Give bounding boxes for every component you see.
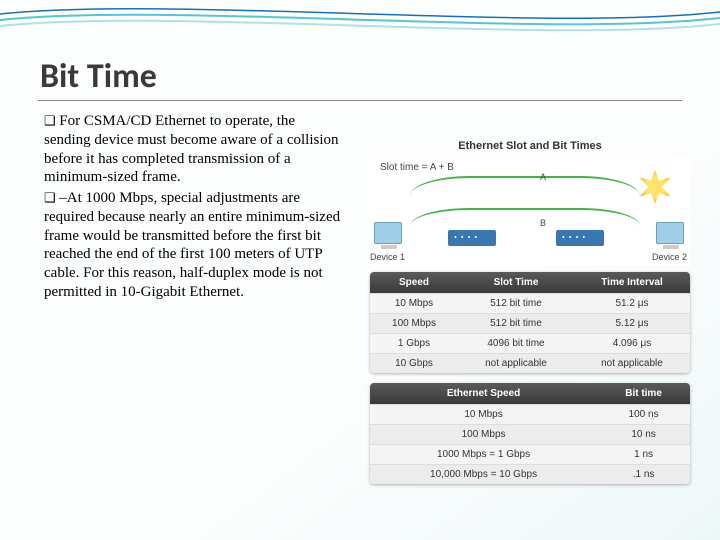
arc-b [410,208,640,244]
switch-1-icon: • • • • [448,230,496,246]
label-a: A [540,172,546,182]
device-1-icon [374,222,402,244]
label-b: B [540,218,546,228]
slot-time-table: Speed Slot Time Time Interval 10 Mbps512… [370,272,690,373]
table-row: 100 Mbps512 bit time5.12 μs [370,313,690,333]
table-header: Time Interval [574,272,690,293]
device-1-label: Device 1 [370,252,405,262]
table-header: Slot Time [458,272,574,293]
table-header: Speed [370,272,458,293]
collision-icon [638,170,672,204]
table-header: Bit time [597,383,690,404]
table-row: 10 Mbps512 bit time51.2 μs [370,293,690,313]
table-row: 1 Gbps4096 bit time4.096 μs [370,333,690,353]
slot-label: Slot time = A + B [380,162,454,173]
table-row: 10 Mbps100 ns [370,404,690,424]
bullet-list: ❑ For CSMA/CD Ethernet to operate, the s… [44,112,344,304]
wave-decoration [0,0,720,40]
table-header: Ethernet Speed [370,383,597,404]
device-2-label: Device 2 [652,252,687,262]
bullet-icon: ❑ [44,113,59,128]
switch-2-icon: • • • • [556,230,604,246]
table-row: 10,000 Mbps = 10 Gbps.1 ns [370,464,690,484]
bullet-text-1: For CSMA/CD Ethernet to operate, the sen… [44,113,339,185]
figure-title: Ethernet Slot and Bit Times [370,140,690,152]
device-2-icon [656,222,684,244]
page-title: Bit Time [40,56,157,97]
bit-time-table: Ethernet Speed Bit time 10 Mbps100 ns 10… [370,383,690,484]
bullet-icon: ❑ [44,190,59,205]
bullet-text-2: –At 1000 Mbps, special adjustments are r… [44,190,340,300]
table-row: 1000 Mbps = 1 Gbps1 ns [370,444,690,464]
table-row: 100 Mbps10 ns [370,424,690,444]
network-diagram: Slot time = A + B A B • • • • • • • • De… [370,156,690,266]
table-row: 10 Gbpsnot applicablenot applicable [370,353,690,373]
title-underline [38,100,682,101]
figure-container: Ethernet Slot and Bit Times Slot time = … [370,140,690,484]
